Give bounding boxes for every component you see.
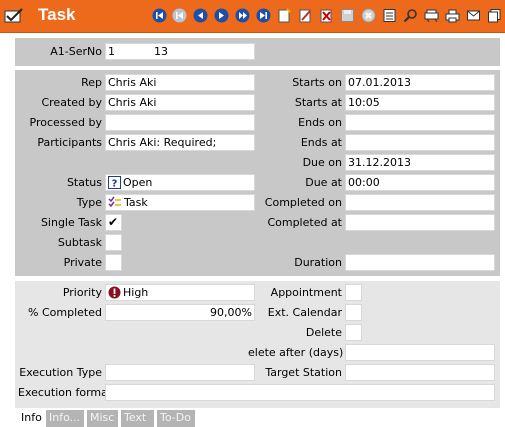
pct-completed-label: % Completed <box>28 306 102 319</box>
status-value: Open <box>123 176 153 189</box>
ends-at-label: Ends at <box>300 136 342 149</box>
task-list-icon <box>108 196 122 210</box>
processed-by-field[interactable] <box>105 114 255 131</box>
starts-on-field[interactable]: 07.01.2013 <box>345 74 495 91</box>
tab-info[interactable]: Info <box>18 410 45 427</box>
due-at-field[interactable]: 00:00 <box>345 174 495 191</box>
private-label: Private <box>63 256 102 269</box>
single-task-label: Single Task <box>40 216 102 229</box>
task-check-icon <box>4 8 24 24</box>
starts-on-label: Starts on <box>292 76 342 89</box>
serno-prefix: 1 <box>108 45 115 58</box>
completed-at-label: Completed at <box>267 216 342 229</box>
type-value: Task <box>124 196 148 209</box>
ends-at-field[interactable] <box>345 134 495 151</box>
execution-format-field[interactable] <box>105 384 495 401</box>
first-icon[interactable] <box>152 8 167 23</box>
tab-misc[interactable]: Misc <box>87 410 118 427</box>
priority-label: Priority <box>62 286 102 299</box>
delete-after-label: elete after (days) <box>248 346 344 359</box>
subtask-checkbox[interactable] <box>105 234 122 251</box>
completed-on-label: Completed on <box>264 196 342 209</box>
print-icon[interactable] <box>445 8 460 23</box>
priority-value: High <box>123 286 149 299</box>
completed-on-field[interactable] <box>345 194 495 211</box>
serno-number: 13 <box>154 45 168 58</box>
appointment-label: Appointment <box>270 286 342 299</box>
starts-at-field[interactable]: 10:05 <box>345 94 495 111</box>
delete-icon[interactable] <box>319 8 334 23</box>
type-field[interactable]: Task <box>105 194 255 211</box>
ext-calendar-checkbox[interactable] <box>345 304 362 321</box>
list-icon[interactable] <box>382 8 397 23</box>
tools-icon[interactable] <box>424 8 439 23</box>
target-station-label: Target Station <box>265 366 342 379</box>
status-label: Status <box>66 176 102 189</box>
new-doc-icon[interactable] <box>277 8 292 23</box>
created-by-field[interactable]: Chris Aki <box>105 94 255 111</box>
delete-checkbox[interactable] <box>345 324 362 341</box>
appointment-checkbox[interactable] <box>345 284 362 301</box>
status-field[interactable]: ? Open <box>105 174 255 191</box>
duration-field[interactable] <box>345 254 495 271</box>
edit-icon[interactable] <box>298 8 313 23</box>
pct-completed-field[interactable]: 90,00% <box>105 304 255 321</box>
processed-by-label: Processed by <box>29 116 102 129</box>
save-icon[interactable] <box>340 8 355 23</box>
private-checkbox[interactable] <box>105 254 122 271</box>
mail-icon[interactable] <box>466 8 481 23</box>
due-on-field[interactable]: 31.12.2013 <box>345 154 495 171</box>
cancel-icon[interactable] <box>361 8 376 23</box>
rep-field[interactable]: Chris Aki <box>105 74 255 91</box>
prev-page-icon[interactable] <box>172 8 187 23</box>
tab-info-more[interactable]: Info... <box>46 410 84 427</box>
completed-at-field[interactable] <box>345 214 495 231</box>
question-icon: ? <box>108 176 121 190</box>
next-icon[interactable] <box>214 8 229 23</box>
rep-label: Rep <box>81 76 102 89</box>
window-title: Task <box>38 5 76 24</box>
priority-field[interactable]: High <box>105 284 255 301</box>
execution-format-label: Execution format <box>18 386 113 399</box>
svg-text:?: ? <box>112 179 118 190</box>
ext-calendar-label: Ext. Calendar <box>267 306 342 319</box>
single-task-checkbox[interactable]: ✔ <box>105 214 122 231</box>
tab-todo[interactable]: To-Do <box>157 410 195 427</box>
last-icon[interactable] <box>256 8 271 23</box>
created-by-label: Created by <box>41 96 102 109</box>
subtask-label: Subtask <box>57 236 102 249</box>
exclamation-icon <box>108 286 121 300</box>
serno-label: A1-SerNo <box>50 45 102 58</box>
delete-after-field[interactable] <box>345 344 495 361</box>
copy-icon[interactable] <box>487 8 502 23</box>
title-bar: Task <box>0 0 505 33</box>
next-page-icon[interactable] <box>235 8 250 23</box>
prev-icon[interactable] <box>193 8 208 23</box>
search-icon[interactable] <box>403 8 418 23</box>
execution-type-label: Execution Type <box>19 366 102 379</box>
due-on-label: Due on <box>302 156 342 169</box>
participants-field[interactable]: Chris Aki: Required; <box>105 134 255 151</box>
duration-label: Duration <box>294 256 342 269</box>
ends-on-field[interactable] <box>345 114 495 131</box>
execution-type-field[interactable] <box>105 364 255 381</box>
target-station-field[interactable] <box>345 364 495 381</box>
starts-at-label: Starts at <box>294 96 342 109</box>
due-at-label: Due at <box>305 176 342 189</box>
type-label: Type <box>76 196 102 209</box>
serno-field[interactable]: 1 13 <box>105 43 255 60</box>
tab-text[interactable]: Text <box>121 410 154 427</box>
delete-label: Delete <box>305 326 342 339</box>
participants-label: Participants <box>37 136 102 149</box>
ends-on-label: Ends on <box>298 116 342 129</box>
